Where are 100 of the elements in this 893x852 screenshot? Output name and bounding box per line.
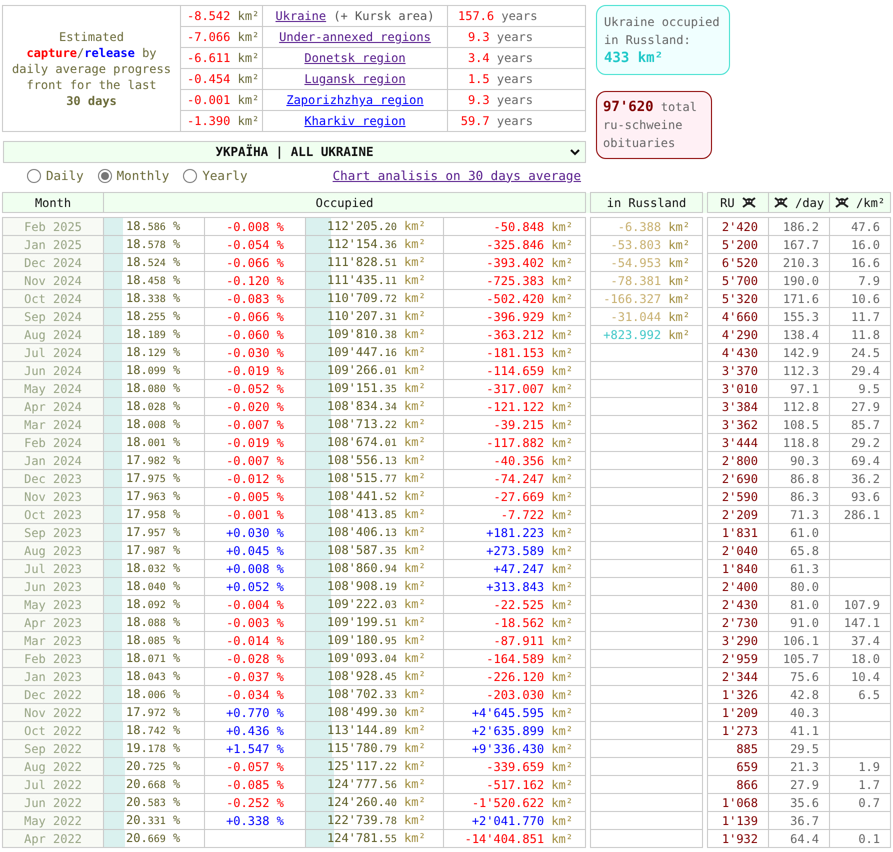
area-change: -50.848 km² — [494, 220, 573, 234]
area-change: -7.722 km² — [500, 508, 573, 522]
view-mode-radio[interactable]: Daily — [27, 166, 84, 186]
obituary-count: 659 — [736, 760, 758, 774]
occupied-area: 109'810.38 km² — [327, 327, 426, 341]
occupied-area: 113'144.89 km² — [327, 723, 426, 737]
russland-change: -6.388 km² — [618, 220, 690, 234]
occupied-percent: 18.008 % — [126, 417, 180, 431]
daily-change: -6.611 km² — [187, 51, 260, 65]
occupied-percent: 18.524 % — [126, 255, 180, 269]
obituary-count: 2'590 — [722, 490, 758, 504]
area-change: +181.223 km² — [486, 526, 573, 540]
obituary-count: 2'344 — [722, 670, 758, 684]
per-day-value: 167.7 — [782, 238, 819, 252]
occupied-percent: 20.669 % — [126, 831, 180, 845]
area-change: +2'041.770 km² — [472, 814, 573, 828]
per-km-value: 37.4 — [851, 634, 880, 648]
occupied-area: 108'834.34 km² — [327, 399, 426, 413]
area-change: -393.402 km² — [486, 256, 573, 270]
per-day-value: 105.7 — [782, 652, 819, 666]
percent-change: -0.060 % — [226, 328, 284, 342]
month-cell: May 2023 — [24, 598, 82, 612]
per-day-value: 138.4 — [782, 328, 819, 342]
daily-change: -8.542 km² — [187, 9, 260, 23]
area-change: -396.929 km² — [486, 310, 573, 324]
per-km-value: 1.9 — [858, 760, 880, 774]
per-day-value: 61.0 — [790, 526, 819, 540]
obituary-count: 6'520 — [722, 256, 758, 270]
obituary-count: 1'326 — [722, 688, 758, 702]
area-change: -339.659 km² — [486, 760, 573, 774]
occupied-area: 108'702.33 km² — [327, 687, 426, 701]
per-km-value: 29.4 — [851, 364, 880, 378]
occupied-area: 112'205.20 km² — [327, 219, 426, 233]
occupied-area: 112'154.36 km² — [327, 237, 426, 251]
percent-change: -0.028 % — [226, 652, 284, 666]
years-estimate: 1.5 years — [468, 72, 533, 86]
obituary-count: 2'040 — [722, 544, 758, 558]
area-change: -517.162 km² — [486, 778, 573, 792]
obituary-count: 1'831 — [722, 526, 758, 540]
region-link[interactable]: Ukraine — [276, 9, 326, 23]
percent-change: -0.030 % — [226, 346, 284, 360]
per-day-value: 40.3 — [790, 706, 819, 720]
obituary-count: 1'273 — [722, 724, 758, 738]
area-change: -181.153 km² — [486, 346, 573, 360]
obituary-count: 1'932 — [722, 832, 758, 846]
month-cell: Sep 2023 — [24, 526, 82, 540]
per-day-value: 36.7 — [790, 814, 819, 828]
per-km-value: 27.9 — [851, 400, 880, 414]
month-cell: Jul 2024 — [24, 346, 82, 360]
obituary-count: 3'384 — [722, 400, 758, 414]
per-km-value: 1.7 — [858, 778, 880, 792]
area-change: -725.383 km² — [486, 274, 573, 288]
occupied-area: 108'413.85 km² — [327, 507, 426, 521]
obituary-count: 2'400 — [722, 580, 758, 594]
occupied-percent: 18.088 % — [126, 615, 180, 629]
month-cell: Jan 2025 — [24, 238, 82, 252]
per-km-value: 36.2 — [851, 472, 880, 486]
percent-change: -0.019 % — [226, 436, 284, 450]
view-mode-radio[interactable]: Yearly — [183, 166, 248, 186]
occupied-percent: 17.963 % — [126, 489, 180, 503]
region-note: (+ Kursk area) — [332, 9, 434, 23]
obituary-count: 5'700 — [722, 274, 758, 288]
month-cell: Aug 2024 — [24, 328, 82, 342]
area-change: +47.247 km² — [494, 562, 573, 576]
per-day-value: 80.0 — [790, 580, 819, 594]
per-km-value: 69.4 — [851, 454, 880, 468]
per-day-value: 27.9 — [790, 778, 819, 792]
occupied-percent: 18.099 % — [126, 363, 180, 377]
occupied-percent: 18.129 % — [126, 345, 180, 359]
obituary-count: 2'420 — [722, 220, 758, 234]
month-cell: Oct 2024 — [24, 292, 82, 306]
skull-icon — [834, 196, 849, 208]
month-cell: Dec 2023 — [24, 472, 82, 486]
per-day-value: 61.3 — [790, 562, 819, 576]
percent-change: -0.003 % — [226, 616, 284, 630]
occupied-percent: 17.957 % — [126, 525, 180, 539]
occupied-percent: 17.972 % — [126, 705, 180, 719]
occupied-percent: 18.028 % — [126, 399, 180, 413]
occupied-area: 108'860.94 km² — [327, 561, 426, 575]
percent-change: -0.054 % — [226, 238, 284, 252]
region-select[interactable]: УКРАЇНА | ALL UKRAINE — [3, 141, 586, 163]
occupied-percent: 18.189 % — [126, 327, 180, 341]
per-day-value: 142.9 — [782, 346, 819, 360]
russland-change: -54.953 km² — [610, 256, 690, 270]
area-change: -117.882 km² — [486, 436, 573, 450]
occupied-percent: 18.092 % — [126, 597, 180, 611]
per-day-value: 41.1 — [790, 724, 819, 738]
occupied-value: 433 km² — [604, 49, 664, 67]
view-mode-radio[interactable]: Monthly — [98, 166, 170, 186]
occupied-area: 122'739.78 km² — [327, 813, 426, 827]
per-day-value: 64.4 — [790, 832, 819, 846]
russland-change: -53.803 km² — [610, 238, 690, 252]
per-day-value: 190.0 — [782, 274, 819, 288]
occupied-area: 124'781.55 km² — [327, 831, 426, 845]
chart-analysis-link[interactable]: Chart analisis on 30 days average — [332, 166, 581, 186]
area-change: -164.589 km² — [486, 652, 573, 666]
occupied-percent: 18.006 % — [126, 687, 180, 701]
month-cell: Jun 2024 — [24, 364, 82, 378]
month-cell: Mar 2024 — [24, 418, 82, 432]
month-cell: Dec 2022 — [24, 688, 82, 702]
